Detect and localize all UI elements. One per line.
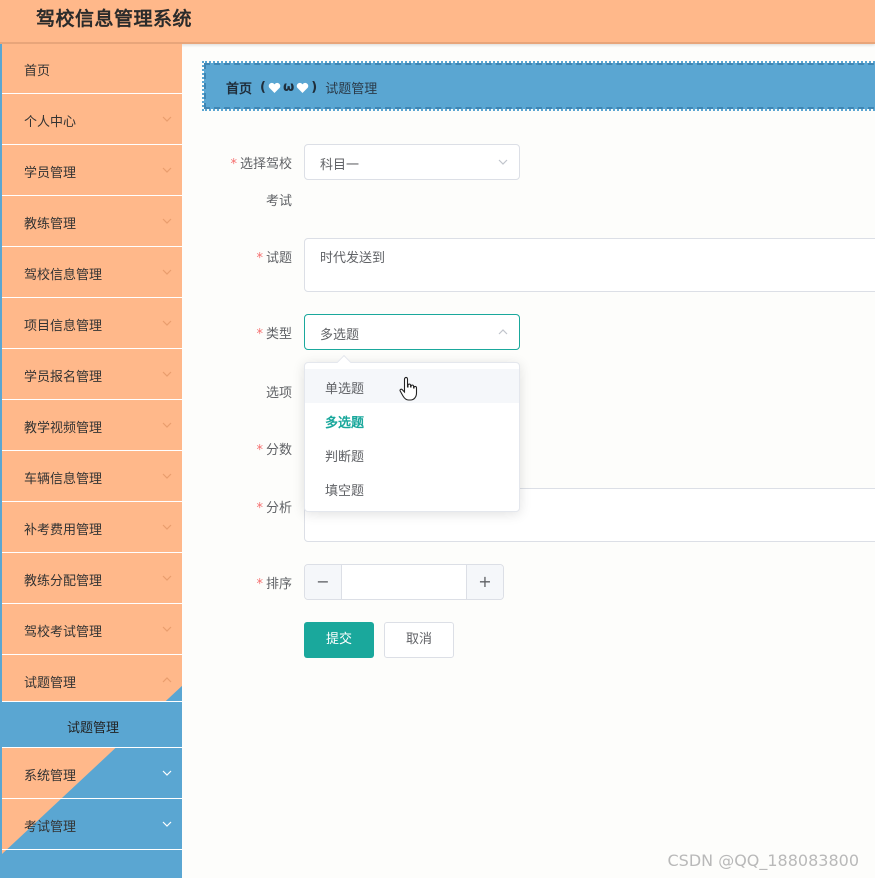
options-label: 选项: [265, 386, 292, 401]
type-label: * 类型: [256, 327, 292, 342]
type-select-value: 多选题: [320, 328, 360, 343]
sidebar: 首页 个人中心 学员管理 教练管理 驾校信息管理 项目信息管理 学员报名管理 教…: [0, 44, 182, 878]
sidebar-item-label: 首页: [24, 64, 51, 79]
breadcrumb-home[interactable]: 首页: [226, 78, 252, 97]
chevron-down-icon: [160, 622, 174, 636]
breadcrumb-current: 试题管理: [325, 82, 378, 97]
exam-select[interactable]: 科目一: [304, 144, 520, 180]
sidebar-item-school-info[interactable]: 驾校信息管理: [2, 248, 182, 298]
dropdown-option-fill[interactable]: 填空题: [305, 471, 519, 505]
type-select[interactable]: 多选题: [304, 314, 520, 350]
sidebar-item-enrollment[interactable]: 学员报名管理: [2, 350, 182, 400]
breadcrumb: 首页 ( ω ) 试题管理: [202, 61, 875, 111]
app-header: 驾校信息管理系统: [0, 0, 875, 44]
chevron-down-icon: [160, 316, 174, 330]
exam-label: * 选择驾校: [230, 157, 292, 172]
sidebar-item-retake-fees[interactable]: 补考费用管理: [2, 503, 182, 553]
chevron-down-icon: [160, 766, 174, 780]
question-value: 时代发送到: [320, 251, 386, 266]
chevron-down-icon: [160, 418, 174, 432]
watermark: CSDN @QQ_188083800: [667, 851, 859, 870]
hand-cursor-icon: [399, 376, 418, 401]
sidebar-subitem-questions[interactable]: 试题管理: [2, 702, 182, 748]
chevron-down-icon: [160, 265, 174, 279]
question-label: * 试题: [256, 251, 292, 266]
sidebar-item-coaches[interactable]: 教练管理: [2, 197, 182, 247]
sidebar-item-project-info[interactable]: 项目信息管理: [2, 299, 182, 349]
heart-icon: [268, 82, 281, 93]
sidebar-item-label: 车辆信息管理: [24, 472, 103, 487]
sidebar-item-label: 教练分配管理: [24, 574, 103, 589]
sidebar-item-label: 试题管理: [24, 676, 77, 691]
chevron-down-icon: [160, 469, 174, 483]
sidebar-item-label: 学员管理: [24, 166, 77, 181]
chevron-down-icon: [160, 367, 174, 381]
score-label: * 分数: [256, 443, 292, 458]
sidebar-subitem-label: 试题管理: [66, 721, 119, 736]
sidebar-item-questions[interactable]: 试题管理: [2, 656, 182, 702]
dropdown-option-judge[interactable]: 判断题: [305, 437, 519, 471]
sidebar-item-label: 学员报名管理: [24, 370, 103, 385]
sidebar-item-label: 补考费用管理: [24, 523, 103, 538]
sidebar-item-label: 教学视频管理: [24, 421, 103, 436]
sidebar-item-label: 驾校考试管理: [24, 625, 103, 640]
chevron-down-icon: [160, 571, 174, 585]
chevron-down-icon: [160, 817, 174, 831]
sidebar-item-students[interactable]: 学员管理: [2, 146, 182, 196]
chevron-down-icon: [498, 159, 508, 165]
sidebar-item-label: 个人中心: [24, 115, 77, 130]
sidebar-item-school-exams[interactable]: 驾校考试管理: [2, 605, 182, 655]
chevron-down-icon: [160, 520, 174, 534]
sidebar-item-home[interactable]: 首页: [2, 44, 182, 94]
sidebar-item-vehicles[interactable]: 车辆信息管理: [2, 452, 182, 502]
submit-button[interactable]: 提交: [304, 622, 374, 658]
exam-select-value: 科目一: [320, 158, 360, 173]
dropdown-option-multiple[interactable]: 多选题: [305, 403, 519, 437]
heart-icon: [297, 82, 309, 93]
sort-stepper: − +: [304, 564, 504, 600]
chevron-up-icon: [160, 673, 174, 687]
increase-button[interactable]: +: [466, 565, 503, 599]
sidebar-item-label: 考试管理: [24, 820, 77, 835]
sidebar-item-label: 系统管理: [24, 769, 77, 784]
chevron-down-icon: [160, 163, 174, 177]
sidebar-item-label: 项目信息管理: [24, 319, 103, 334]
app-title: 驾校信息管理系统: [36, 8, 193, 30]
chevron-down-icon: [160, 214, 174, 228]
dropdown-caret: [336, 354, 352, 370]
question-textarea[interactable]: 时代发送到: [304, 238, 875, 292]
sidebar-item-system[interactable]: 系统管理: [2, 749, 182, 799]
sort-label: * 排序: [256, 577, 292, 592]
chevron-down-icon: [160, 112, 174, 126]
cancel-button[interactable]: 取消: [384, 622, 454, 658]
sidebar-item-videos[interactable]: 教学视频管理: [2, 401, 182, 451]
sort-input[interactable]: [343, 565, 467, 599]
decrease-button[interactable]: −: [305, 565, 342, 599]
chevron-up-icon: [498, 329, 508, 335]
exam-label-line2: 考试: [265, 194, 292, 209]
analysis-label: * 分析: [256, 501, 292, 516]
sidebar-item-profile[interactable]: 个人中心: [2, 95, 182, 145]
breadcrumb-separator: ( ω ): [260, 80, 318, 95]
sidebar-item-coach-assignment[interactable]: 教练分配管理: [2, 554, 182, 604]
sidebar-item-exams[interactable]: 考试管理: [2, 800, 182, 850]
sidebar-item-label: 教练管理: [24, 217, 77, 232]
sidebar-item-label: 驾校信息管理: [24, 268, 103, 283]
